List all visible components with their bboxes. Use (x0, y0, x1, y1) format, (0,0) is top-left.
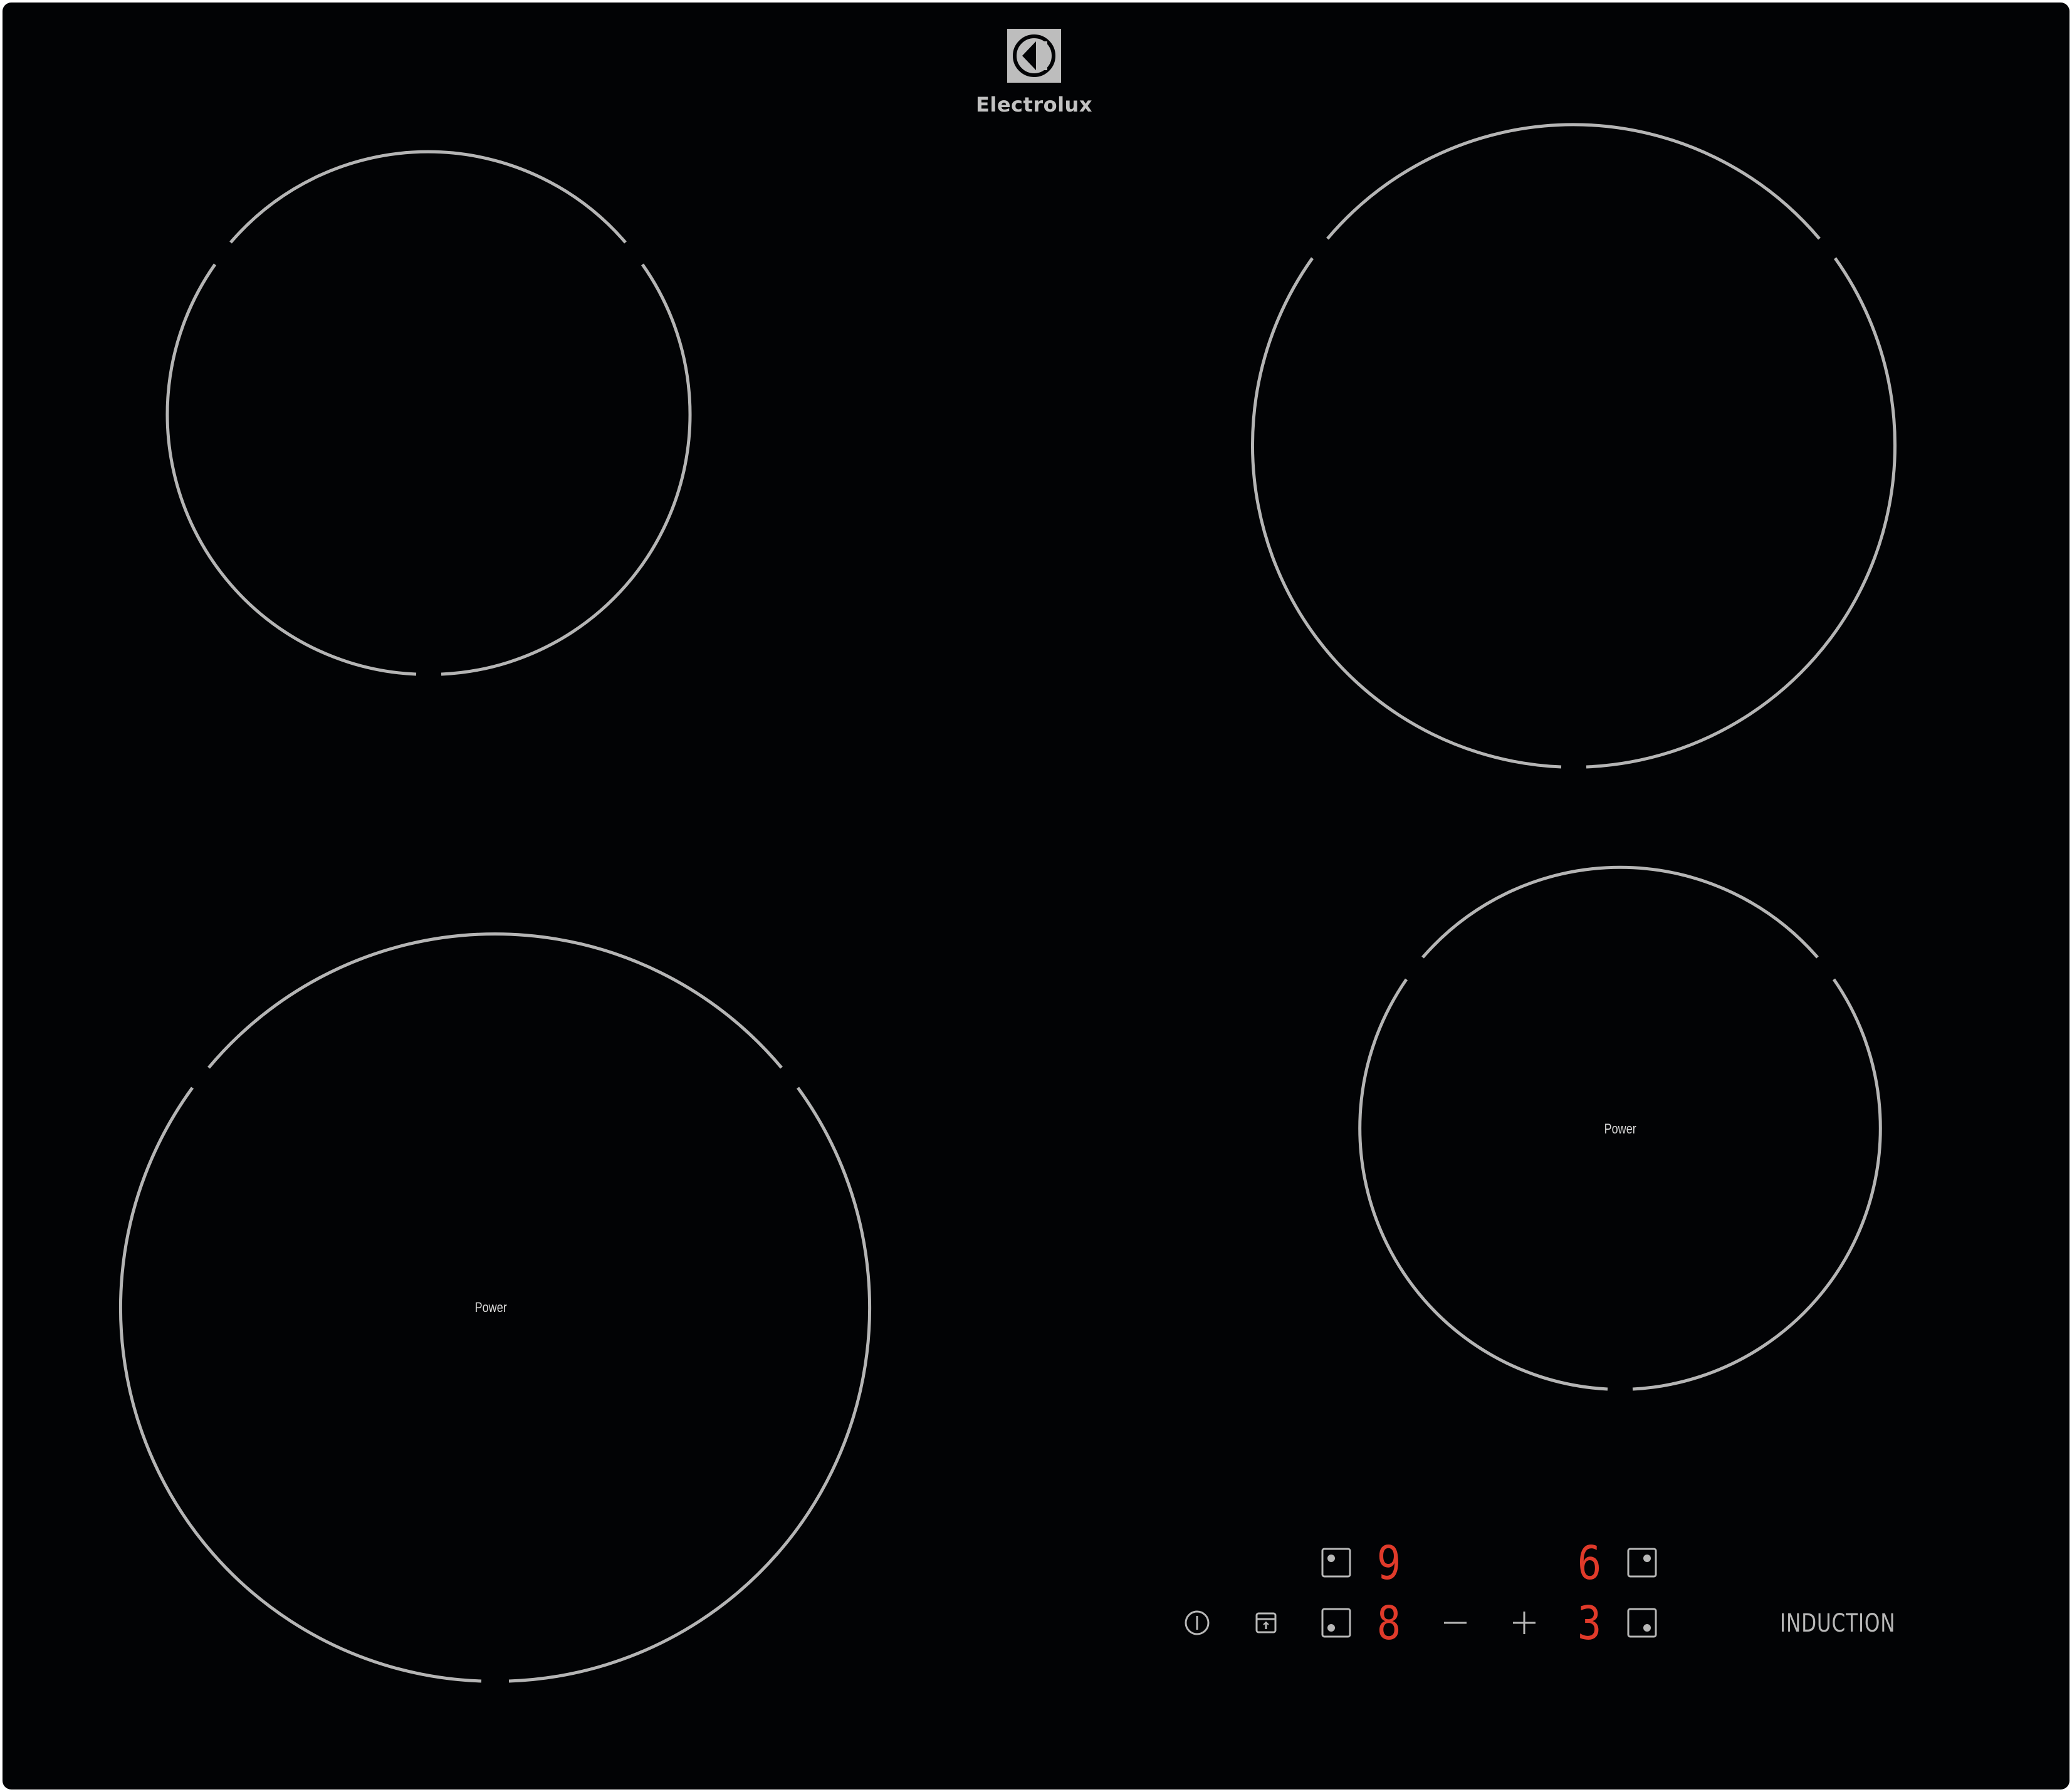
cooking-zone-rings (118, 123, 1897, 1683)
zone-rear-left-ring (229, 150, 627, 244)
zone-front-left-label: Power (474, 1300, 507, 1315)
zone-rear-left-ring (441, 263, 692, 676)
plus-button[interactable] (1510, 1609, 1538, 1637)
zone-rear-right-ring (1326, 123, 1821, 240)
lock-button[interactable] (1255, 1612, 1277, 1634)
zone-rear-left-selector[interactable] (1321, 1548, 1351, 1578)
power-icon (1185, 1610, 1210, 1635)
induction-label: INDUCTION (1780, 1609, 1896, 1638)
brand-logo: Electrolux (970, 29, 1098, 117)
zone-front-left-selector[interactable] (1321, 1608, 1351, 1638)
zone-front-right-selector-icon (1627, 1608, 1657, 1638)
zone-rear-left-power-display: 9 (1376, 1536, 1401, 1590)
zone-rear-left[interactable] (165, 150, 692, 676)
power-button[interactable] (1183, 1609, 1211, 1637)
lock-icon (1255, 1612, 1277, 1633)
zone-rear-right[interactable] (1250, 123, 1897, 769)
zone-rear-right-selector-icon (1627, 1548, 1657, 1578)
zone-front-left-power-display: 8 (1376, 1597, 1401, 1650)
brand-name: Electrolux (976, 93, 1092, 117)
zone-rear-right-selector[interactable] (1627, 1548, 1657, 1578)
zone-rear-right-ring (1250, 257, 1562, 769)
zone-front-right-label: Power (1604, 1121, 1636, 1137)
zone-front-right-ring (1632, 978, 1882, 1391)
zone-front-right-ring (1421, 865, 1819, 959)
zone-rear-right-power-display: 6 (1577, 1536, 1602, 1590)
zone-front-right-power-display: 3 (1577, 1597, 1602, 1650)
plus-icon (1513, 1612, 1536, 1634)
zone-front-right-selector[interactable] (1627, 1608, 1657, 1638)
zone-front-left-ring (207, 932, 783, 1069)
zone-front-left-ring (118, 1086, 482, 1683)
minus-icon (1444, 1622, 1467, 1624)
electrolux-logo-icon (1007, 29, 1061, 83)
zone-rear-right-ring (1586, 257, 1897, 769)
zone-front-left-ring (508, 1086, 872, 1683)
zone-front-right-ring (1358, 978, 1608, 1391)
minus-button[interactable] (1442, 1612, 1469, 1634)
zone-rear-left-selector-icon (1321, 1548, 1351, 1578)
zone-front-left-selector-icon (1321, 1608, 1351, 1638)
zone-rear-left-ring (165, 263, 417, 676)
